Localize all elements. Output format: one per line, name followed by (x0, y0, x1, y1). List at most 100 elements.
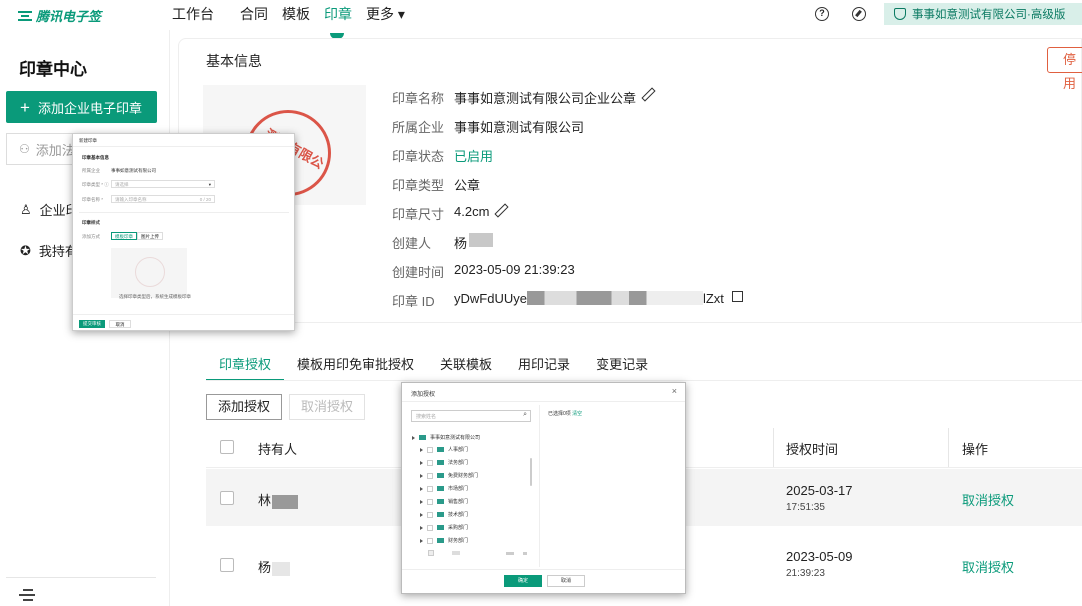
add-seal-button[interactable]: + 添加企业电子印章 (6, 91, 157, 123)
field-label: 印章 ID (392, 294, 435, 309)
field-value: 4.2cm (454, 204, 490, 219)
column-header-actions: 操作 (962, 442, 989, 457)
nav-item-contract[interactable]: 合同 (240, 4, 268, 24)
new-seal-form-preview: 新建印章 印章基本信息 所属企业 事事如意测试有限公司 印章类型 * ⓘ 请选择… (72, 133, 295, 331)
edit-name-icon[interactable] (641, 88, 653, 100)
auth-date: 2025-03-17 (786, 483, 853, 498)
info-row-type: 印章类型 公章 (392, 175, 480, 194)
method-upload-toggle[interactable]: 图片上传 (137, 232, 163, 240)
holder-name: 杨 (258, 557, 291, 576)
masked-text (526, 291, 703, 305)
nav-item-more[interactable]: 更多 ▾ (366, 4, 405, 24)
tree-dept[interactable]: 销售部门 (420, 498, 468, 505)
info-row-seal-id: 印章 ID yDwFdUUye lZxt (392, 291, 743, 310)
info-row-creator: 创建人 杨 (392, 233, 494, 252)
tree-dept[interactable]: 法务部门 (420, 459, 468, 466)
row-checkbox[interactable] (220, 491, 234, 505)
info-row-status: 印章状态 已启用 (392, 146, 493, 165)
info-row-name: 印章名称 事事如意测试有限公司企业公章 (392, 88, 653, 107)
person-icon: ♙ (20, 201, 32, 217)
column-header-auth-time: 授权时间 (786, 442, 839, 457)
tree-dept[interactable]: 人事部门 (420, 446, 468, 453)
tree-member[interactable] (428, 550, 527, 556)
tab-usage-records[interactable]: 用印记录 (505, 347, 583, 381)
tab-linked-templates[interactable]: 关联模板 (427, 347, 505, 381)
tree-dept[interactable]: 市场部门 (420, 485, 468, 492)
tree-dept[interactable]: 技术部门 (420, 511, 468, 518)
form-cancel-button[interactable]: 取消 (109, 320, 131, 328)
copy-icon[interactable] (731, 291, 743, 302)
user-icon: ⚇ (19, 142, 30, 156)
member-search-input[interactable]: 搜索姓名 ⌕ (411, 410, 531, 422)
collapse-sidebar-icon[interactable] (19, 589, 35, 601)
form-title: 新建印章 (79, 138, 97, 143)
sidebar-item-my-seals[interactable]: ✪ 我持有 (20, 241, 78, 260)
sidebar-divider (6, 577, 156, 578)
folder-icon (437, 538, 444, 543)
select-all-checkbox[interactable] (220, 440, 234, 454)
dialog-cancel-button[interactable]: 取消 (547, 575, 585, 587)
revoke-link[interactable]: 取消授权 (962, 557, 1014, 576)
seal-id-prefix: yDwFdUUye (454, 291, 527, 306)
column-header-holder: 持有人 (258, 442, 298, 457)
info-row-size: 印章尺寸 4.2cm (392, 204, 506, 223)
logo-text: 腾讯电子签 (36, 9, 102, 24)
folder-icon (437, 460, 444, 465)
tree-dept[interactable]: 财务部门 (420, 537, 468, 544)
field-value: 事事如意测试有限公司企业公章 (454, 91, 637, 106)
seal-type-select[interactable]: 请选择 ▾ (111, 180, 215, 188)
close-icon[interactable]: × (672, 386, 677, 396)
field-label: 印章名称 (392, 91, 445, 106)
field-value: 事事如意测试有限公司 (454, 120, 585, 135)
form-section-title: 印章样式 (82, 220, 100, 225)
tree-scrollbar[interactable] (530, 458, 532, 486)
compass-icon[interactable] (852, 7, 866, 21)
nav-item-seal[interactable]: 印章 (324, 4, 352, 24)
folder-icon (437, 525, 444, 530)
field-value: 2023-05-09 21:39:23 (454, 262, 575, 277)
shield-icon (894, 8, 906, 20)
field-label: 创建时间 (392, 265, 445, 280)
app-logo[interactable]: 腾讯电子签 (18, 6, 101, 25)
tree-dept[interactable]: 采购部门 (420, 524, 468, 531)
confirm-button[interactable]: 确定 (504, 575, 542, 587)
form-hint: 选择印章类型后，系统生成模板印章 (119, 294, 191, 299)
method-template-toggle[interactable]: 模板印章 (111, 232, 137, 240)
row-checkbox[interactable] (220, 558, 234, 572)
company-name: 事事如意测试有限公司·高级版 (912, 9, 1066, 21)
auth-date: 2023-05-09 (786, 549, 853, 564)
tab-change-records[interactable]: 变更记录 (583, 347, 661, 381)
form-label: 所属企业 (82, 168, 100, 173)
cancel-authorization-button[interactable]: 取消授权 (289, 394, 365, 420)
seal-name-input[interactable]: 请输入印章名称 0 / 20 (111, 195, 215, 203)
add-authorization-button[interactable]: 添加授权 (206, 394, 282, 420)
revoke-link[interactable]: 取消授权 (962, 490, 1014, 509)
star-icon: ✪ (20, 242, 31, 258)
nav-item-workbench[interactable]: 工作台 (172, 4, 214, 24)
form-label: 印章类型 * ⓘ (82, 182, 109, 187)
help-icon[interactable]: ? (815, 7, 829, 21)
disable-seal-button[interactable]: 停用 (1047, 47, 1082, 91)
tab-template-exempt[interactable]: 模板用印免审批授权 (284, 347, 427, 381)
clear-selection-link[interactable]: 清空 (572, 411, 582, 417)
tree-dept[interactable]: 免费财务部门 (420, 472, 478, 479)
tree-root[interactable]: 事事如意测试有限公司 (412, 434, 480, 441)
holder-name: 林 (258, 490, 299, 509)
edit-size-icon[interactable] (494, 204, 506, 216)
field-label: 创建人 (392, 236, 432, 251)
folder-icon (437, 447, 444, 452)
status-value: 已启用 (454, 149, 494, 164)
main-nav: 工作台 合同 模板 印章 更多 ▾ (172, 4, 419, 24)
nav-item-template[interactable]: 模板 (282, 4, 310, 24)
folder-icon (437, 512, 444, 517)
company-switcher[interactable]: 事事如意测试有限公司·高级版 (884, 3, 1082, 25)
selected-count: 已选择0项 清空 (548, 411, 583, 417)
auth-time: 17:51:35 (786, 502, 825, 513)
submit-review-button[interactable]: 提交审核 (79, 320, 105, 328)
info-row-created-time: 创建时间 2023-05-09 21:39:23 (392, 262, 575, 281)
tab-seal-authorization[interactable]: 印章授权 (206, 347, 285, 381)
sidebar-item-enterprise-seals[interactable]: ♙ 企业印 (20, 200, 79, 219)
field-label: 所属企业 (392, 120, 445, 135)
search-icon: ⌕ (523, 411, 527, 418)
form-value: 事事如意测试有限公司 (111, 168, 156, 173)
